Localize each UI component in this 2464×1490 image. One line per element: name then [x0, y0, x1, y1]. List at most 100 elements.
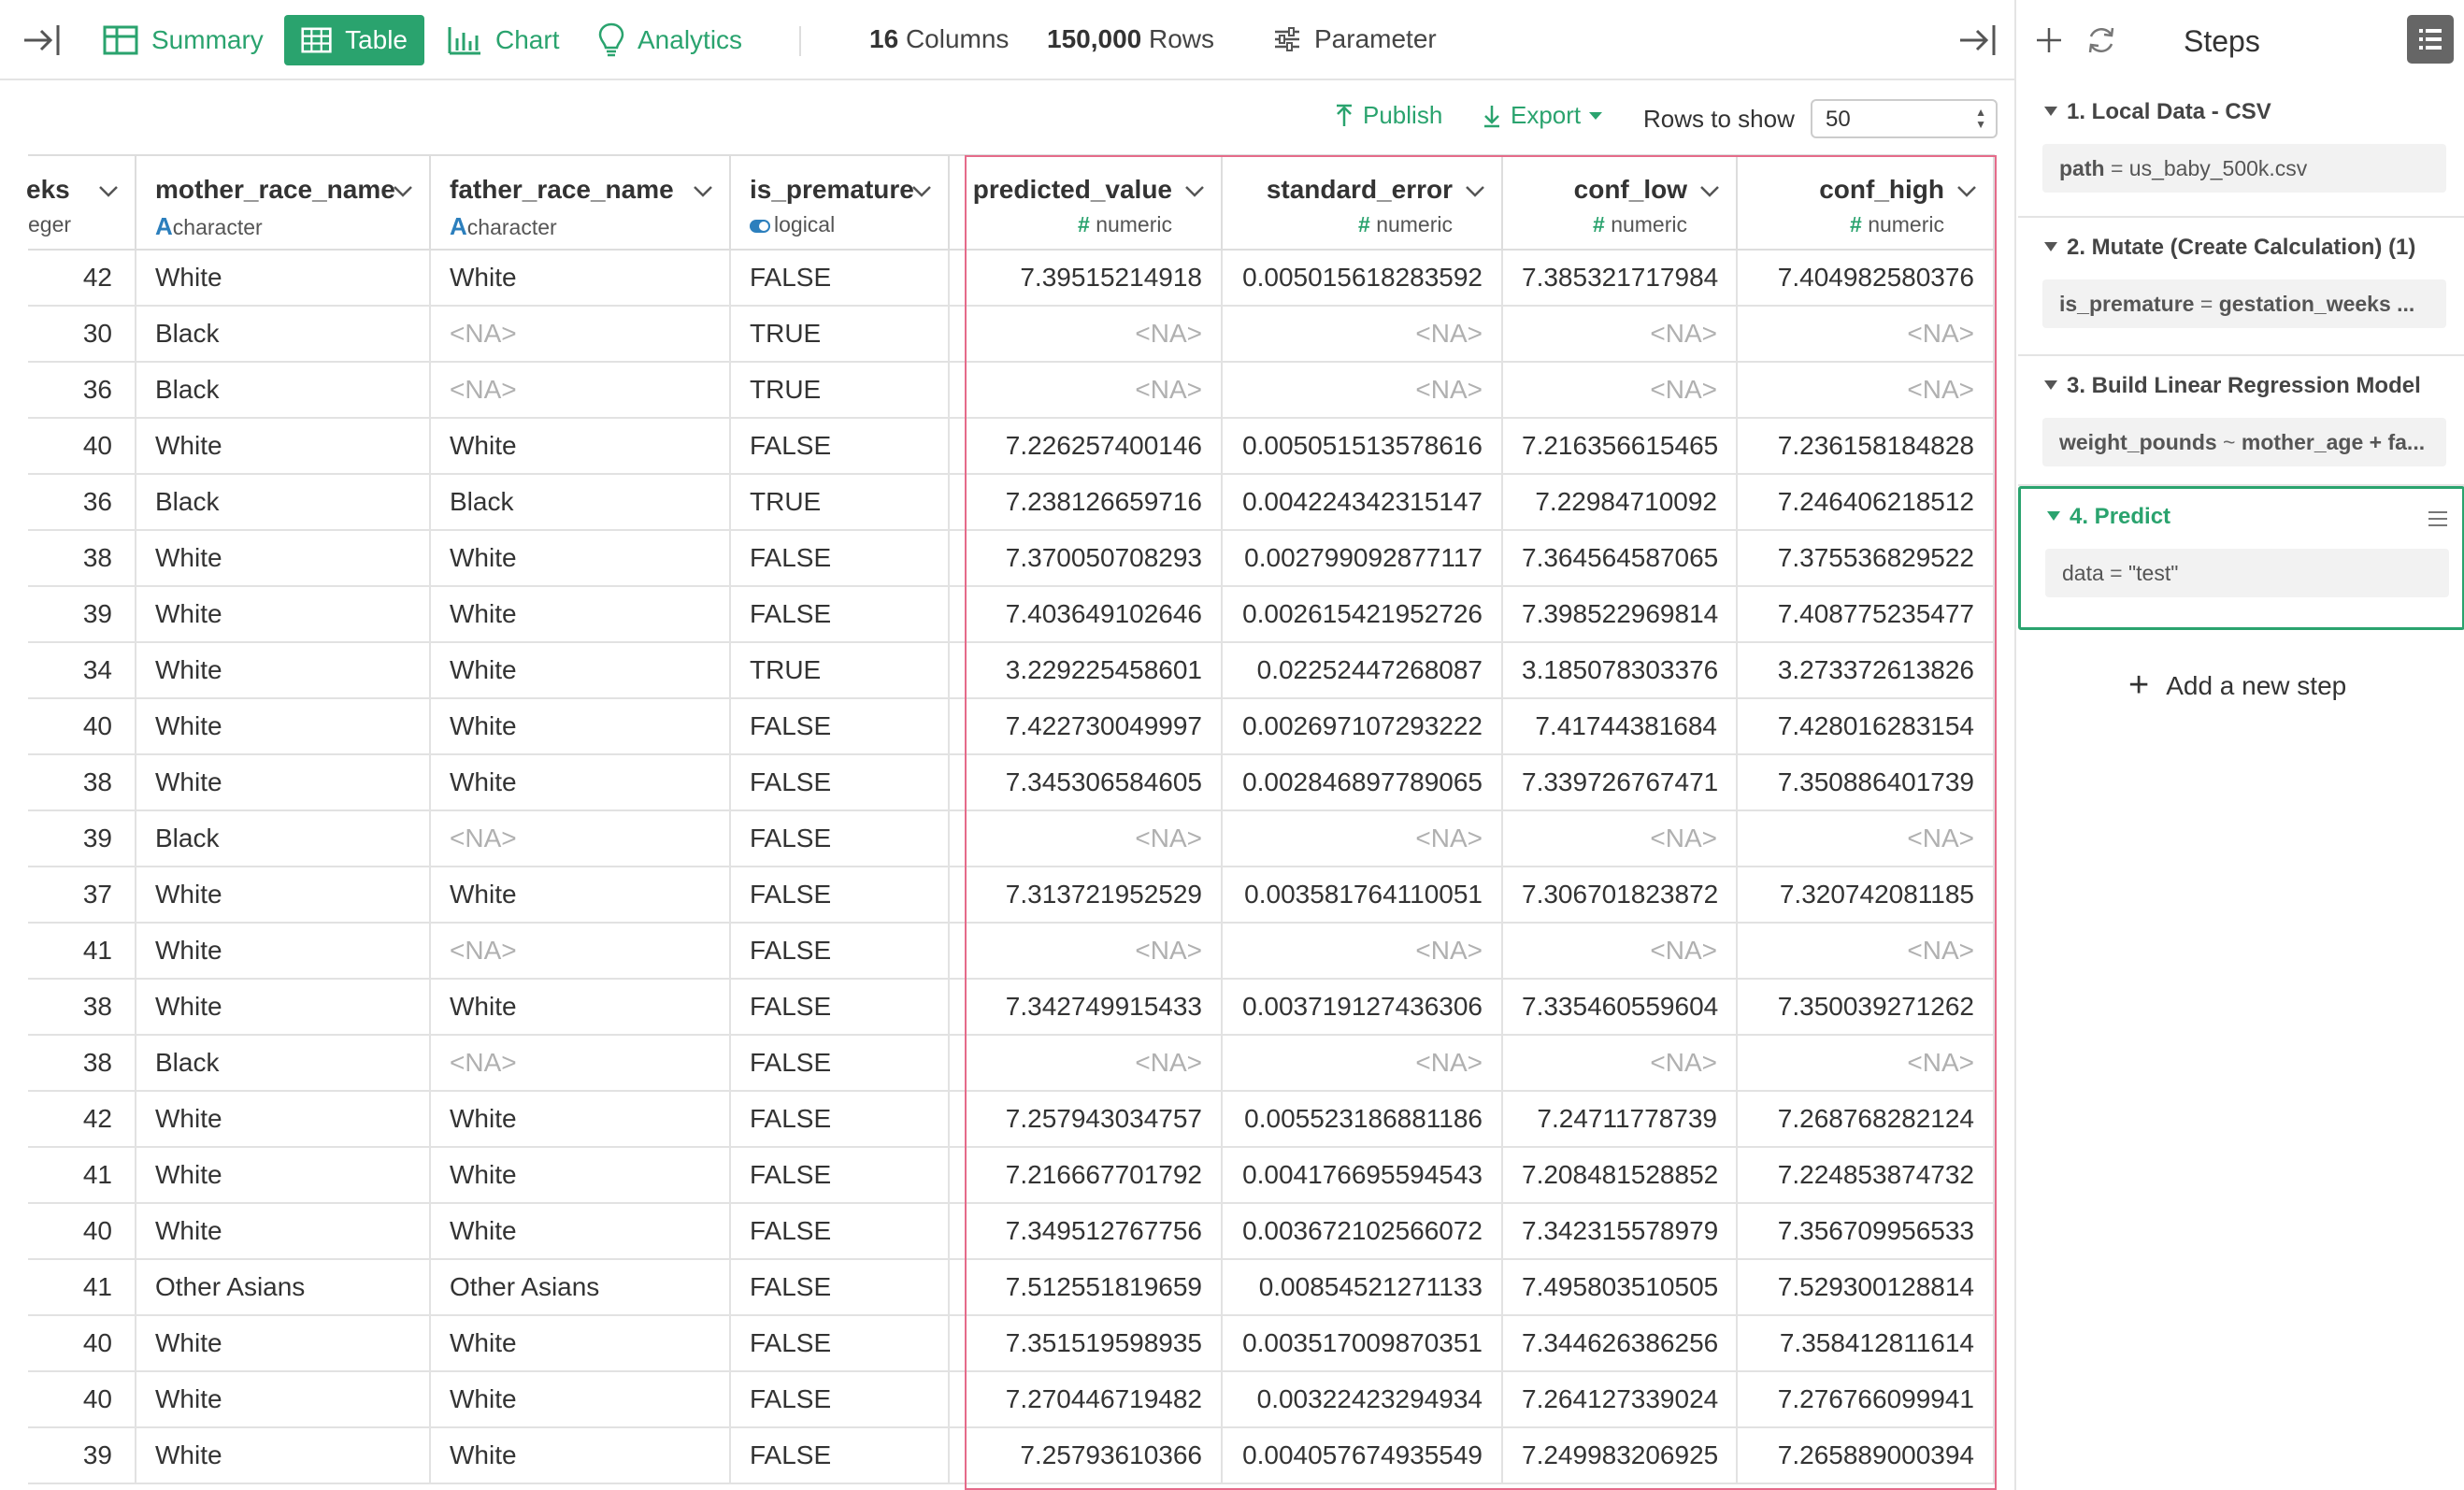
table-cell[interactable]: <NA>	[950, 307, 1223, 361]
table-cell[interactable]: 40	[28, 1204, 136, 1258]
table-cell[interactable]: <NA>	[1223, 811, 1503, 866]
table-cell[interactable]: 39	[28, 587, 136, 641]
table-cell[interactable]: 7.351519598935	[950, 1316, 1223, 1370]
table-cell[interactable]: 0.005523186881186	[1223, 1092, 1503, 1146]
table-cell[interactable]: <NA>	[1738, 811, 1995, 866]
table-cell[interactable]: White	[431, 587, 731, 641]
table-cell[interactable]: White	[136, 1148, 431, 1202]
rows-to-show-select[interactable]: 50 ▲ ▼	[1811, 99, 1998, 138]
table-cell[interactable]: 0.003719127436306	[1223, 980, 1503, 1034]
table-cell[interactable]: 41	[28, 924, 136, 978]
tab-chart[interactable]: Chart	[430, 15, 576, 65]
table-cell[interactable]: 3.273372613826	[1738, 643, 1995, 697]
table-cell[interactable]: 7.306701823872	[1503, 867, 1738, 922]
table-cell[interactable]: Black	[431, 475, 731, 529]
table-cell[interactable]: <NA>	[1503, 307, 1738, 361]
table-cell[interactable]: 0.00854521271133	[1223, 1260, 1503, 1314]
table-cell[interactable]: <NA>	[1738, 924, 1995, 978]
table-cell[interactable]: 7.495803510505	[1503, 1260, 1738, 1314]
table-cell[interactable]: White	[431, 867, 731, 922]
table-cell[interactable]: 7.270446719482	[950, 1372, 1223, 1426]
table-cell[interactable]: 7.375536829522	[1738, 531, 1995, 585]
collapse-right-icon[interactable]	[1958, 22, 1998, 58]
table-cell[interactable]: 38	[28, 1036, 136, 1090]
table-cell[interactable]: <NA>	[1223, 307, 1503, 361]
table-cell[interactable]: <NA>	[431, 307, 731, 361]
table-cell[interactable]: FALSE	[731, 531, 950, 585]
table-cell[interactable]: 0.003581764110051	[1223, 867, 1503, 922]
table-cell[interactable]: 7.313721952529	[950, 867, 1223, 922]
table-cell[interactable]: White	[136, 531, 431, 585]
column-header-eks[interactable]: eks eger	[26, 156, 136, 251]
table-cell[interactable]: 7.339726767471	[1503, 755, 1738, 809]
table-cell[interactable]: 3.185078303376	[1503, 643, 1738, 697]
table-cell[interactable]: 39	[28, 811, 136, 866]
table-cell[interactable]: <NA>	[1738, 307, 1995, 361]
column-header-conf-high[interactable]: conf_high # numeric	[1738, 156, 1995, 251]
step-detail[interactable]: data = "test"	[2045, 549, 2449, 597]
table-cell[interactable]: TRUE	[731, 363, 950, 417]
table-cell[interactable]: <NA>	[1223, 1036, 1503, 1090]
table-cell[interactable]: FALSE	[731, 1372, 950, 1426]
table-cell[interactable]: 0.004224342315147	[1223, 475, 1503, 529]
table-cell[interactable]: 7.370050708293	[950, 531, 1223, 585]
table-cell[interactable]: 42	[28, 1092, 136, 1146]
table-cell[interactable]: 7.320742081185	[1738, 867, 1995, 922]
table-cell[interactable]: 7.356709956533	[1738, 1204, 1995, 1258]
table-cell[interactable]: White	[431, 1148, 731, 1202]
table-cell[interactable]: 0.003517009870351	[1223, 1316, 1503, 1370]
table-cell[interactable]: 30	[28, 307, 136, 361]
table-cell[interactable]: 7.428016283154	[1738, 699, 1995, 753]
table-cell[interactable]: White	[136, 251, 431, 305]
table-cell[interactable]: White	[431, 1204, 731, 1258]
step-detail[interactable]: is_premature = gestation_weeks ...	[2042, 279, 2446, 328]
column-header-conf-low[interactable]: conf_low # numeric	[1503, 156, 1738, 251]
step-4[interactable]: 4. Predict data = "test"	[2018, 486, 2464, 630]
table-cell[interactable]: 3.229225458601	[950, 643, 1223, 697]
table-cell[interactable]: FALSE	[731, 587, 950, 641]
table-cell[interactable]: <NA>	[431, 363, 731, 417]
table-cell[interactable]: White	[431, 419, 731, 473]
table-cell[interactable]: FALSE	[731, 755, 950, 809]
table-cell[interactable]: FALSE	[731, 1428, 950, 1483]
collapse-triangle-icon[interactable]	[2047, 511, 2060, 521]
table-cell[interactable]: 0.005015618283592	[1223, 251, 1503, 305]
table-cell[interactable]: 7.408775235477	[1738, 587, 1995, 641]
table-cell[interactable]: 7.512551819659	[950, 1260, 1223, 1314]
table-cell[interactable]: 0.002615421952726	[1223, 587, 1503, 641]
table-cell[interactable]: <NA>	[1223, 924, 1503, 978]
table-cell[interactable]: Other Asians	[136, 1260, 431, 1314]
table-cell[interactable]: 7.342749915433	[950, 980, 1223, 1034]
step-1[interactable]: 1. Local Data - CSV path = us_baby_500k.c…	[2018, 82, 2464, 218]
table-cell[interactable]: 7.276766099941	[1738, 1372, 1995, 1426]
tab-analytics[interactable]: Analytics	[581, 15, 759, 65]
table-cell[interactable]: Other Asians	[431, 1260, 731, 1314]
chevron-down-icon[interactable]	[1955, 184, 1978, 199]
table-cell[interactable]: White	[136, 924, 431, 978]
table-cell[interactable]: FALSE	[731, 811, 950, 866]
table-cell[interactable]: 40	[28, 419, 136, 473]
chevron-down-icon[interactable]	[692, 184, 714, 199]
table-cell[interactable]: White	[136, 1316, 431, 1370]
table-cell[interactable]: White	[431, 251, 731, 305]
table-cell[interactable]: <NA>	[431, 811, 731, 866]
table-cell[interactable]: 0.02252447268087	[1223, 643, 1503, 697]
table-cell[interactable]: White	[431, 980, 731, 1034]
table-cell[interactable]: 40	[28, 1316, 136, 1370]
table-cell[interactable]: White	[136, 699, 431, 753]
column-header-is-premature[interactable]: is_premature logical	[731, 156, 950, 251]
table-cell[interactable]: 41	[28, 1260, 136, 1314]
table-cell[interactable]: FALSE	[731, 867, 950, 922]
table-cell[interactable]: White	[136, 867, 431, 922]
table-cell[interactable]: FALSE	[731, 419, 950, 473]
table-cell[interactable]: White	[136, 1092, 431, 1146]
table-cell[interactable]: White	[136, 1428, 431, 1483]
parameter-button[interactable]: Parameter	[1273, 24, 1437, 54]
table-cell[interactable]: 7.24711778739	[1503, 1092, 1738, 1146]
table-cell[interactable]: <NA>	[431, 924, 731, 978]
table-cell[interactable]: 0.005051513578616	[1223, 419, 1503, 473]
chevron-down-icon[interactable]	[392, 184, 414, 199]
table-cell[interactable]: 34	[28, 643, 136, 697]
column-header-standard-error[interactable]: standard_error # numeric	[1223, 156, 1503, 251]
table-cell[interactable]: Black	[136, 1036, 431, 1090]
